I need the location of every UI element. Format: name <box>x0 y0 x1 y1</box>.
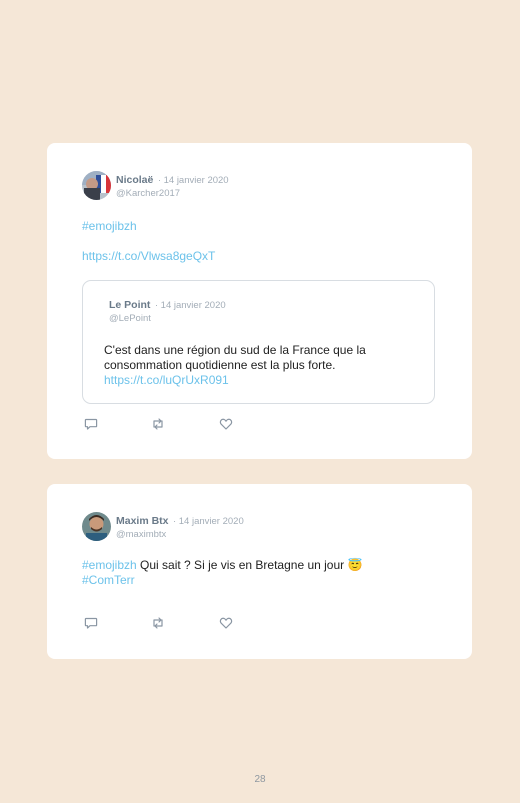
retweet-icon[interactable] <box>151 417 165 431</box>
tweet-actions <box>84 616 244 630</box>
tweet-author: Le Point · 14 janvier 2020 @LePoint <box>109 298 226 325</box>
like-icon[interactable] <box>219 417 233 431</box>
tweet-date[interactable]: · 14 janvier 2020 <box>158 175 229 186</box>
smiling-halo-emoji: 😇 <box>347 558 363 572</box>
url-link[interactable]: https://t.co/Vlwsa8geQxT <box>82 249 215 263</box>
author-handle[interactable]: @maximbtx <box>116 529 244 541</box>
author-handle[interactable]: @LePoint <box>109 313 226 325</box>
like-icon[interactable] <box>219 616 233 630</box>
reply-icon[interactable] <box>84 417 98 431</box>
tweet-card: Nicolaë · 14 janvier 2020 @Karcher2017 #… <box>47 143 472 459</box>
hashtag-link[interactable]: #emojibzh <box>82 558 137 572</box>
tweet-author: Nicolaë · 14 janvier 2020 @Karcher2017 <box>116 173 229 200</box>
author-name[interactable]: Maxim Btx <box>116 515 169 527</box>
author-name[interactable]: Le Point <box>109 299 150 311</box>
author-handle[interactable]: @Karcher2017 <box>116 188 229 200</box>
tweet-author: Maxim Btx · 14 janvier 2020 @maximbtx <box>116 514 244 541</box>
quoted-tweet[interactable]: Le Point · 14 janvier 2020 @LePoint C'es… <box>82 280 435 404</box>
reply-icon[interactable] <box>84 616 98 630</box>
tweet-text: #emojibzh <box>82 219 437 234</box>
author-name[interactable]: Nicolaë <box>116 174 153 186</box>
url-link[interactable]: https://t.co/luQrUxR091 <box>104 373 229 387</box>
avatar[interactable] <box>82 171 111 200</box>
quoted-text: C'est dans une région du sud de la Franc… <box>104 343 366 372</box>
hashtag-link[interactable]: #emojibzh <box>82 219 137 233</box>
tweet-card: Maxim Btx · 14 janvier 2020 @maximbtx #e… <box>47 484 472 659</box>
tweet-body: Qui sait ? Si je vis en Bretagne un jour <box>136 558 348 572</box>
tweet-date[interactable]: · 14 janvier 2020 <box>173 516 244 527</box>
hashtag-link[interactable]: #ComTerr <box>82 573 135 587</box>
tweet-text: https://t.co/Vlwsa8geQxT <box>82 249 437 264</box>
retweet-icon[interactable] <box>151 616 165 630</box>
tweet-date: · 14 janvier 2020 <box>154 300 226 311</box>
quoted-tweet-text: C'est dans une région du sud de la Franc… <box>104 343 424 388</box>
tweet-text: #emojibzh Qui sait ? Si je vis en Bretag… <box>82 558 437 588</box>
page-number: 28 <box>254 774 266 785</box>
avatar[interactable] <box>82 512 111 541</box>
tweet-actions <box>84 417 244 431</box>
